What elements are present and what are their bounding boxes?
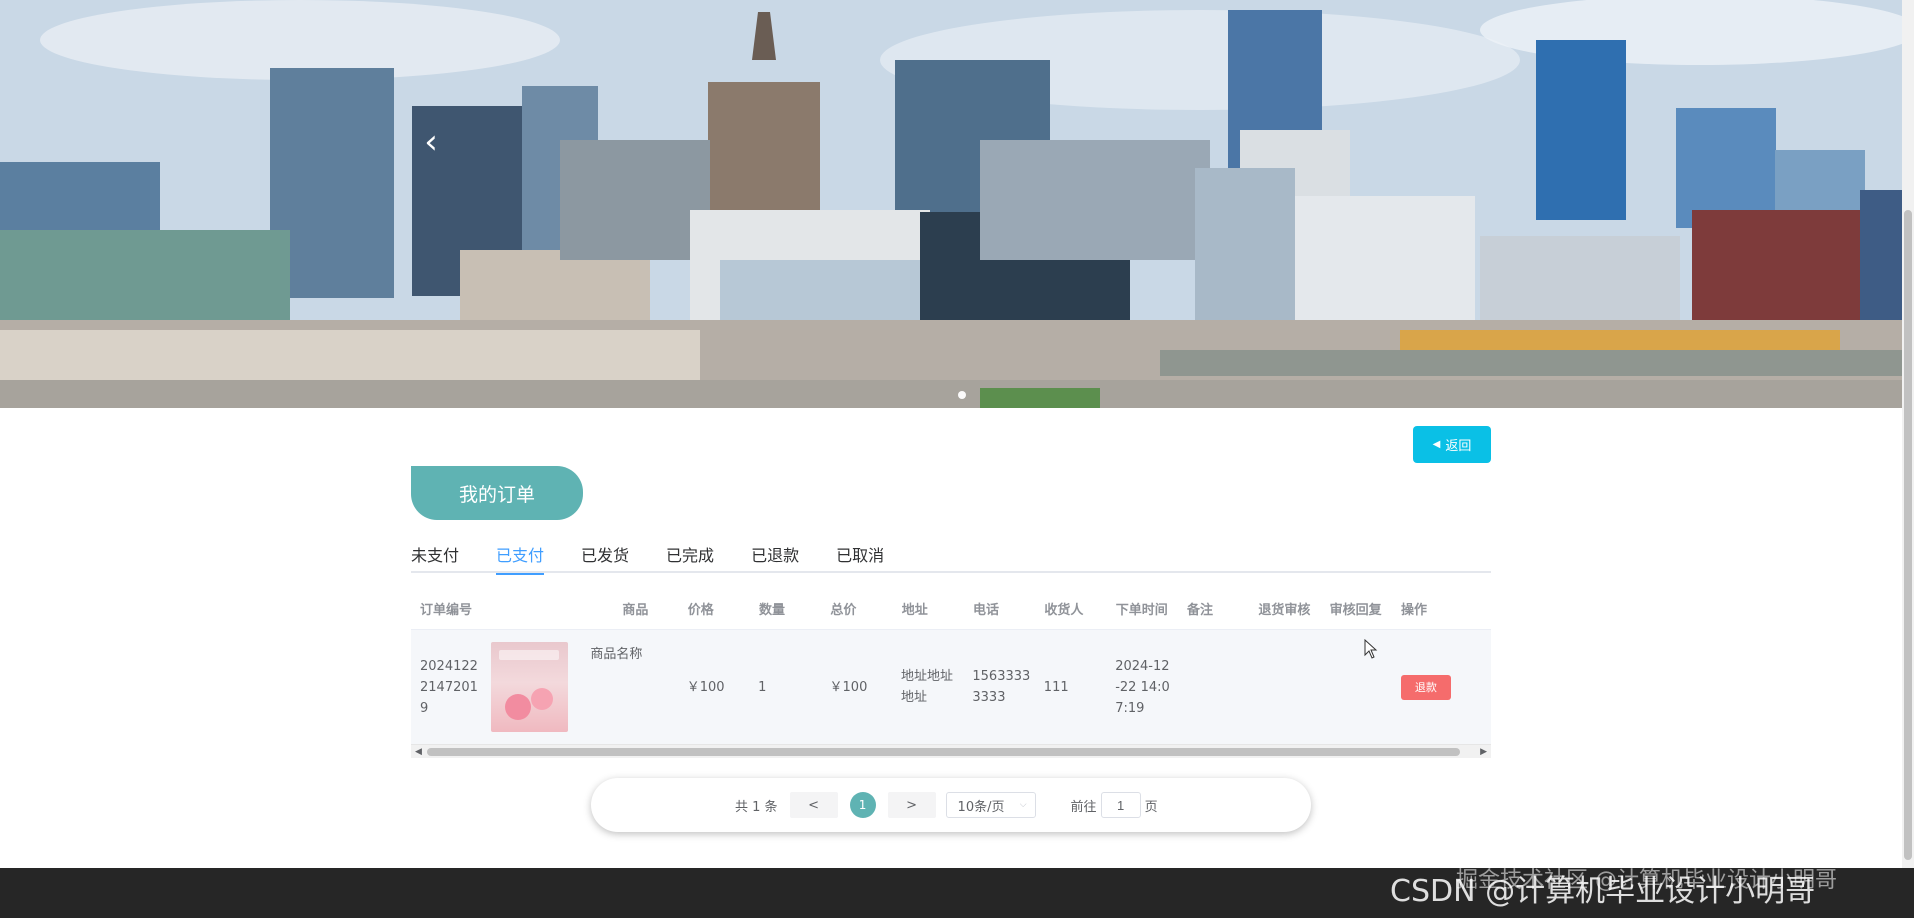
table-header: 订单编号 商品 价格 数量 总价 地址 电话 收货人 下单时间 备注 退货审核 …: [411, 588, 1491, 630]
prev-page-button[interactable]: <: [789, 792, 838, 818]
column-header: 价格: [687, 603, 714, 618]
goods-cell: 商品名称: [482, 642, 677, 732]
tab-cancelled[interactable]: 已取消: [836, 543, 884, 573]
horizontal-scrollbar-thumb[interactable]: [427, 748, 1460, 756]
column-header: 收货人: [1044, 603, 1084, 618]
caret-left-icon: ◀: [1432, 439, 1441, 450]
tab-completed[interactable]: 已完成: [666, 543, 714, 573]
banner-dot[interactable]: [958, 391, 966, 399]
watermark: CSDN @计算机毕业设计小明哥: [1390, 874, 1816, 909]
tab-unpaid[interactable]: 未支付: [411, 543, 459, 573]
order-status-tabs: 未支付 已支付 已发货 已完成 已退款 已取消: [411, 543, 1491, 575]
column-header: 备注: [1187, 603, 1214, 618]
page-number-current[interactable]: 1: [849, 792, 876, 818]
city-skyline-image: [0, 0, 1902, 408]
table-row[interactable]: 2024122 2147201 9 商品名称 ￥100 1 ￥100 地址地址 …: [411, 630, 1491, 744]
order-number-cell: 2024122 2147201 9: [411, 656, 482, 719]
order-number-line: 2024122: [420, 658, 478, 674]
total-cell: ￥100: [829, 679, 868, 695]
pagination: 共 1 条 < 1 > 10条/页 ⌵ 前往 页: [591, 778, 1311, 832]
time-line: 7:19: [1115, 700, 1145, 716]
goods-thumbnail[interactable]: [491, 642, 569, 732]
orders-table: 订单编号 商品 价格 数量 总价 地址 电话 收货人 下单时间 备注 退货审核 …: [411, 588, 1491, 758]
page-title: 我的订单: [411, 466, 583, 520]
column-header: 下单时间: [1115, 603, 1168, 618]
pagination-total: 共 1 条: [735, 799, 778, 815]
tab-refunded[interactable]: 已退款: [751, 543, 799, 573]
back-button-label: 返回: [1445, 439, 1472, 454]
hero-banner: ‹: [0, 0, 1902, 408]
action-cell: 退款: [1392, 674, 1491, 700]
vertical-scrollbar-thumb[interactable]: [1904, 210, 1912, 860]
chevron-down-icon: ⌵: [1019, 800, 1027, 810]
goods-name: 商品名称: [590, 647, 643, 662]
address-line: 地址地址: [900, 669, 953, 684]
vertical-scrollbar[interactable]: [1902, 0, 1914, 868]
refund-button[interactable]: 退款: [1400, 674, 1451, 700]
banner-indicator: [958, 391, 966, 399]
phone-line: 3333: [972, 690, 1006, 705]
scroll-right-icon[interactable]: ▶: [1480, 745, 1487, 759]
time-line: 2024-12: [1115, 658, 1170, 674]
tab-shipped[interactable]: 已发货: [581, 543, 629, 573]
column-header: 订单编号: [420, 603, 473, 618]
page-unit-label: 页: [1144, 799, 1158, 815]
back-button[interactable]: ◀ 返回: [1413, 426, 1491, 463]
quantity-cell: 1: [758, 679, 767, 695]
page-size-select[interactable]: 10条/页 ⌵: [945, 792, 1036, 818]
order-number-line: 9: [420, 700, 429, 716]
mouse-cursor-icon: [1364, 639, 1378, 659]
price-cell: ￥100: [686, 679, 725, 695]
phone-line: 1563333: [972, 669, 1031, 684]
order-number-line: 2147201: [420, 679, 478, 695]
scroll-left-icon[interactable]: ◀: [415, 745, 422, 759]
column-header: 退货审核: [1258, 603, 1311, 618]
time-line: -22 14:0: [1115, 679, 1170, 695]
column-header: 商品: [622, 603, 649, 618]
receiver-cell: 111: [1043, 679, 1069, 695]
banner-prev-button[interactable]: ‹: [418, 122, 444, 162]
next-page-button[interactable]: >: [887, 792, 936, 818]
column-header: 地址: [901, 603, 928, 618]
goto-label: 前往: [1070, 799, 1097, 815]
address-cell: 地址地址 地址: [892, 666, 963, 708]
chevron-left-icon: ‹: [424, 122, 438, 162]
column-header: 数量: [759, 603, 786, 618]
order-time-cell: 2024-12 -22 14:0 7:19: [1106, 656, 1177, 719]
tab-paid[interactable]: 已支付: [496, 543, 545, 575]
page-size-value: 10条/页: [957, 799, 1005, 815]
horizontal-scrollbar[interactable]: ◀ ▶: [411, 744, 1491, 758]
column-header: 电话: [973, 603, 1000, 618]
column-header: 总价: [830, 603, 857, 618]
column-header: 操作: [1401, 603, 1428, 618]
address-line: 地址: [900, 690, 927, 705]
phone-cell: 1563333 3333: [963, 666, 1034, 708]
column-header: 审核回复: [1329, 603, 1382, 618]
goto-page-input[interactable]: [1100, 792, 1141, 818]
